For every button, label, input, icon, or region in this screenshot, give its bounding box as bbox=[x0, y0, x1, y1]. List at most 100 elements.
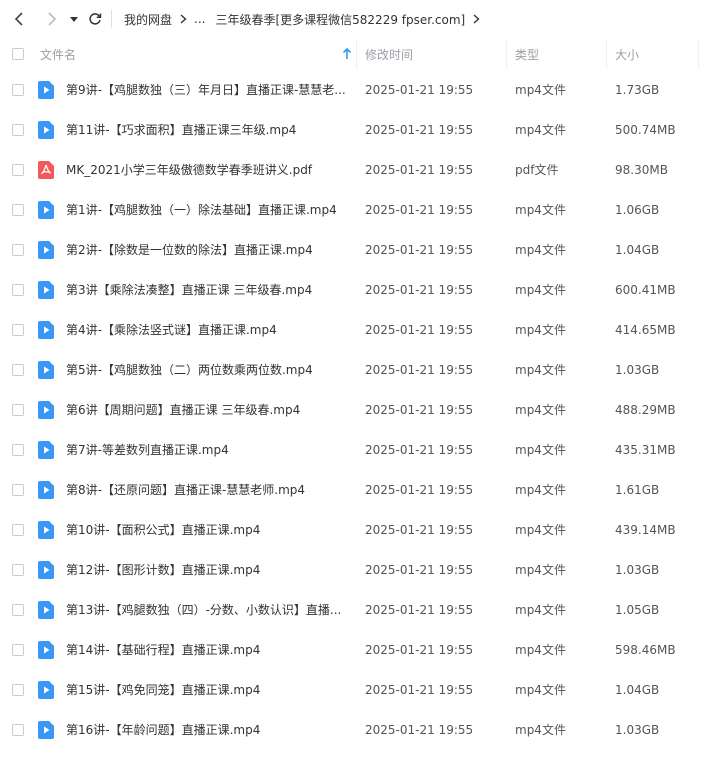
chevron-right-icon bbox=[180, 14, 187, 24]
file-name[interactable]: 第2讲-【除数是一位数的除法】直播正课.mp4 bbox=[66, 230, 351, 270]
pdf-file-icon bbox=[38, 161, 54, 179]
file-row[interactable]: 第13讲-【鸡腿数独（四）-分数、小数认识】直播... 2025-01-21 19… bbox=[0, 590, 718, 630]
file-size: 598.46MB bbox=[615, 643, 676, 657]
file-row[interactable]: 第15讲-【鸡免同笼】直播正课.mp4 2025-01-21 19:55 mp4文件… bbox=[0, 670, 718, 710]
file-row[interactable]: 第10讲-【面积公式】直播正课.mp4 2025-01-21 19:55 mp4文件… bbox=[0, 510, 718, 550]
row-checkbox[interactable] bbox=[12, 484, 24, 496]
row-checkbox[interactable] bbox=[12, 364, 24, 376]
file-name[interactable]: 第11讲-【巧求面积】直播正课三年级.mp4 bbox=[66, 110, 351, 150]
row-checkbox[interactable] bbox=[12, 404, 24, 416]
video-file-icon bbox=[38, 201, 54, 219]
file-row[interactable]: 第2讲-【除数是一位数的除法】直播正课.mp4 2025-01-21 19:55 m… bbox=[0, 230, 718, 270]
file-row[interactable]: 第4讲-【乘除法竖式谜】直播正课.mp4 2025-01-21 19:55 mp4文… bbox=[0, 310, 718, 350]
file-size: 1.05GB bbox=[615, 603, 660, 617]
toolbar-divider bbox=[111, 10, 112, 28]
file-size: 1.04GB bbox=[615, 683, 660, 697]
back-arrow-icon[interactable] bbox=[8, 7, 32, 31]
file-name[interactable]: 第3讲【乘除法凑整】直播正课 三年级春.mp4 bbox=[66, 270, 351, 310]
video-file-icon bbox=[38, 721, 54, 739]
file-size: 435.31MB bbox=[615, 443, 676, 457]
file-row[interactable]: 第6讲【周期问题】直播正课 三年级春.mp4 2025-01-21 19:55 mp… bbox=[0, 390, 718, 430]
file-name[interactable]: 第1讲-【鸡腿数独（一）除法基础】直播正课.mp4 bbox=[66, 190, 351, 230]
file-modified: 2025-01-21 19:55 bbox=[365, 203, 474, 217]
file-type: mp4文件 bbox=[515, 323, 566, 337]
row-checkbox[interactable] bbox=[12, 684, 24, 696]
file-name[interactable]: MK_2021小学三年级傲德数学春季班讲义.pdf bbox=[66, 150, 351, 190]
file-name[interactable]: 第6讲【周期问题】直播正课 三年级春.mp4 bbox=[66, 390, 351, 430]
file-modified: 2025-01-21 19:55 bbox=[365, 323, 474, 337]
file-row[interactable]: 第14讲-【基础行程】直播正课.mp4 2025-01-21 19:55 mp4文件… bbox=[0, 630, 718, 670]
forward-arrow-icon[interactable] bbox=[39, 7, 63, 31]
video-file-icon bbox=[38, 641, 54, 659]
file-name[interactable]: 第15讲-【鸡免同笼】直播正课.mp4 bbox=[66, 670, 351, 710]
file-type: mp4文件 bbox=[515, 723, 566, 737]
row-checkbox[interactable] bbox=[12, 284, 24, 296]
breadcrumb-ellipsis[interactable]: ... bbox=[194, 12, 205, 26]
file-list: 第9讲-【鸡腿数独（三）年月日】直播正课-慧慧老... 2025-01-21 19… bbox=[0, 70, 718, 750]
file-row[interactable]: 第12讲-【图形计数】直播正课.mp4 2025-01-21 19:55 mp4文件… bbox=[0, 550, 718, 590]
breadcrumb: 我的网盘 ... 三年级春季[更多课程微信582229 fpser.com] bbox=[124, 0, 487, 38]
column-header-modified[interactable]: 修改时间 bbox=[365, 39, 413, 69]
row-checkbox[interactable] bbox=[12, 244, 24, 256]
file-row[interactable]: 第11讲-【巧求面积】直播正课三年级.mp4 2025-01-21 19:55 mp… bbox=[0, 110, 718, 150]
file-modified: 2025-01-21 19:55 bbox=[365, 563, 474, 577]
file-type: mp4文件 bbox=[515, 523, 566, 537]
video-file-icon bbox=[38, 281, 54, 299]
video-file-icon bbox=[38, 441, 54, 459]
file-name[interactable]: 第8讲-【还原问题】直播正课-慧慧老师.mp4 bbox=[66, 470, 351, 510]
file-modified: 2025-01-21 19:55 bbox=[365, 123, 474, 137]
file-type: pdf文件 bbox=[515, 163, 559, 177]
breadcrumb-current: 三年级春季[更多课程微信582229 fpser.com] bbox=[215, 12, 466, 27]
row-checkbox[interactable] bbox=[12, 204, 24, 216]
video-file-icon bbox=[38, 401, 54, 419]
file-name[interactable]: 第5讲-【鸡腿数独（二）两位数乘两位数.mp4 bbox=[66, 350, 351, 390]
file-name[interactable]: 第14讲-【基础行程】直播正课.mp4 bbox=[66, 630, 351, 670]
file-row[interactable]: 第16讲-【年龄问题】直播正课.mp4 2025-01-21 19:55 mp4文件… bbox=[0, 710, 718, 750]
file-row[interactable]: MK_2021小学三年级傲德数学春季班讲义.pdf 2025-01-21 19:5… bbox=[0, 150, 718, 190]
row-checkbox[interactable] bbox=[12, 604, 24, 616]
file-size: 1.06GB bbox=[615, 203, 660, 217]
row-checkbox[interactable] bbox=[12, 524, 24, 536]
chevron-right-icon bbox=[473, 14, 480, 24]
video-file-icon bbox=[38, 121, 54, 139]
toolbar: 我的网盘 ... 三年级春季[更多课程微信582229 fpser.com] bbox=[0, 0, 718, 38]
select-all-checkbox[interactable] bbox=[12, 48, 24, 60]
row-checkbox[interactable] bbox=[12, 124, 24, 136]
file-modified: 2025-01-21 19:55 bbox=[365, 603, 474, 617]
row-checkbox[interactable] bbox=[12, 564, 24, 576]
file-row[interactable]: 第9讲-【鸡腿数独（三）年月日】直播正课-慧慧老... 2025-01-21 19… bbox=[0, 70, 718, 110]
file-name[interactable]: 第12讲-【图形计数】直播正课.mp4 bbox=[66, 550, 351, 590]
file-type: mp4文件 bbox=[515, 123, 566, 137]
column-divider bbox=[606, 39, 607, 69]
refresh-icon[interactable] bbox=[83, 7, 107, 31]
file-size: 1.04GB bbox=[615, 243, 660, 257]
file-name[interactable]: 第10讲-【面积公式】直播正课.mp4 bbox=[66, 510, 351, 550]
file-name[interactable]: 第13讲-【鸡腿数独（四）-分数、小数认识】直播... bbox=[66, 590, 351, 630]
file-name[interactable]: 第7讲-等差数列直播正课.mp4 bbox=[66, 430, 351, 470]
sort-ascending-icon[interactable] bbox=[342, 47, 352, 63]
row-checkbox[interactable] bbox=[12, 164, 24, 176]
file-row[interactable]: 第1讲-【鸡腿数独（一）除法基础】直播正课.mp4 2025-01-21 19:5… bbox=[0, 190, 718, 230]
file-row[interactable]: 第5讲-【鸡腿数独（二）两位数乘两位数.mp4 2025-01-21 19:55 m… bbox=[0, 350, 718, 390]
row-checkbox[interactable] bbox=[12, 444, 24, 456]
video-file-icon bbox=[38, 601, 54, 619]
file-row[interactable]: 第7讲-等差数列直播正课.mp4 2025-01-21 19:55 mp4文件 435… bbox=[0, 430, 718, 470]
row-checkbox[interactable] bbox=[12, 724, 24, 736]
file-list-header: 文件名 修改时间 类型 大小 bbox=[0, 39, 718, 69]
column-header-name[interactable]: 文件名 bbox=[40, 39, 76, 69]
file-row[interactable]: 第8讲-【还原问题】直播正课-慧慧老师.mp4 2025-01-21 19:55 m… bbox=[0, 470, 718, 510]
file-row[interactable]: 第3讲【乘除法凑整】直播正课 三年级春.mp4 2025-01-21 19:55 m… bbox=[0, 270, 718, 310]
file-size: 500.74MB bbox=[615, 123, 676, 137]
column-header-size[interactable]: 大小 bbox=[615, 39, 639, 69]
column-header-type[interactable]: 类型 bbox=[515, 39, 539, 69]
video-file-icon bbox=[38, 561, 54, 579]
file-name[interactable]: 第9讲-【鸡腿数独（三）年月日】直播正课-慧慧老... bbox=[66, 70, 351, 110]
file-size: 98.30MB bbox=[615, 163, 668, 177]
breadcrumb-root[interactable]: 我的网盘 bbox=[124, 11, 172, 28]
row-checkbox[interactable] bbox=[12, 644, 24, 656]
file-name[interactable]: 第4讲-【乘除法竖式谜】直播正课.mp4 bbox=[66, 310, 351, 350]
file-name[interactable]: 第16讲-【年龄问题】直播正课.mp4 bbox=[66, 710, 351, 750]
row-checkbox[interactable] bbox=[12, 84, 24, 96]
row-checkbox[interactable] bbox=[12, 324, 24, 336]
file-type: mp4文件 bbox=[515, 243, 566, 257]
